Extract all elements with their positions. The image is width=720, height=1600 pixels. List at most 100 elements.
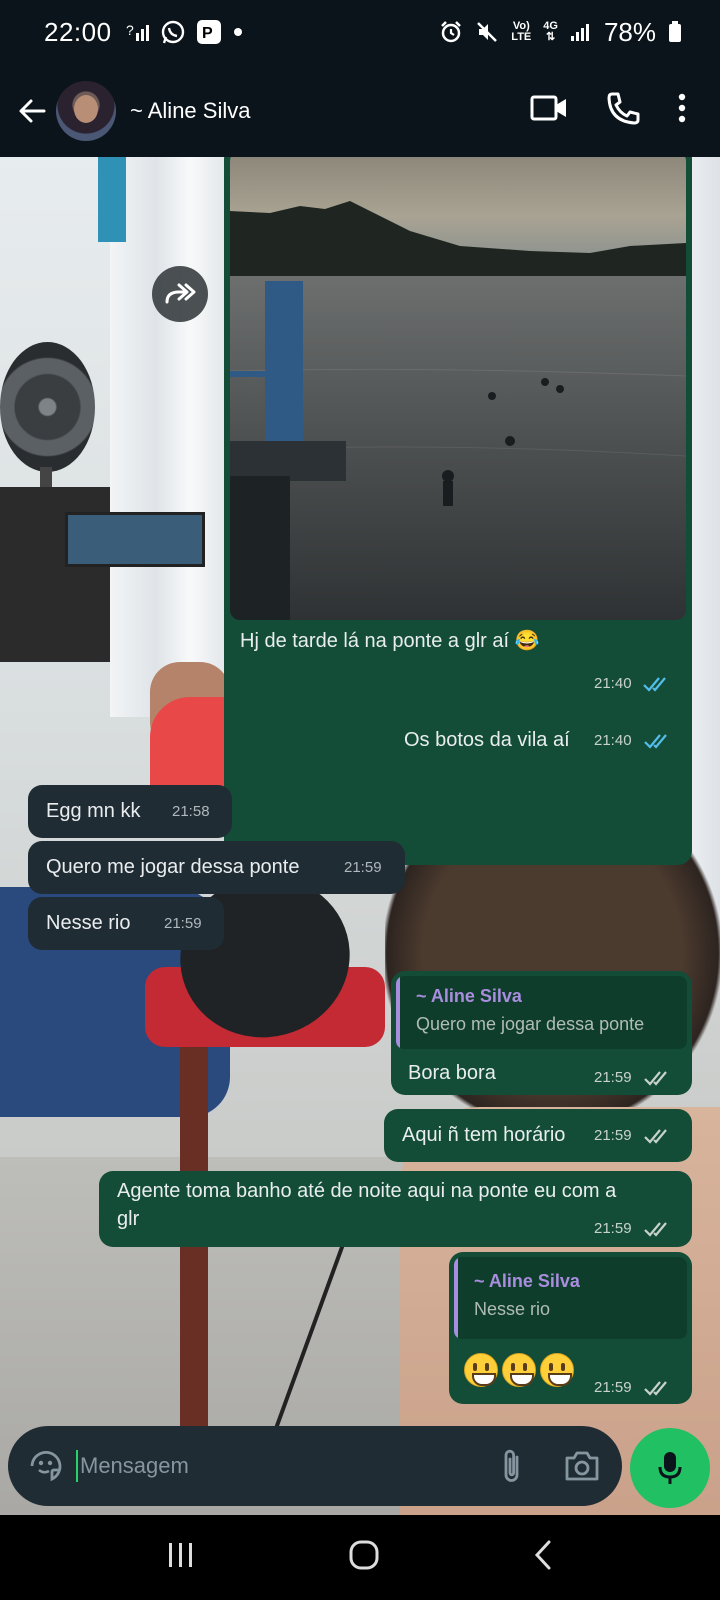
video-call-button[interactable]: [530, 93, 568, 128]
message-bubble-outgoing[interactable]: Aqui ñ tem horário 21:59: [384, 1109, 692, 1162]
phone-icon: [607, 92, 640, 125]
chat-area[interactable]: Hj de tarde lá na ponte a glr aí 😂 21:40…: [0, 157, 720, 1515]
camera-icon: [565, 1451, 599, 1481]
arrow-left-icon: [19, 99, 46, 122]
message-text: Os botos da vila aí: [404, 729, 570, 751]
app-notification-icon: P: [196, 19, 222, 45]
reply-quote[interactable]: ~ Aline Silva Quero me jogar dessa ponte: [396, 976, 687, 1049]
mute-icon: [475, 20, 499, 44]
home-button[interactable]: [348, 1539, 380, 1576]
emoji-row: [464, 1353, 578, 1387]
wallpaper-detail: [98, 157, 126, 242]
grinning-face-icon: [540, 1353, 574, 1387]
message-input-container[interactable]: Mensagem: [8, 1426, 622, 1506]
sticker-icon: [30, 1450, 62, 1482]
message-time: 21:59: [344, 859, 382, 876]
attach-button[interactable]: [500, 1447, 524, 1485]
grinning-face-icon: [464, 1353, 498, 1387]
message-text: Aqui ñ tem horário: [402, 1124, 566, 1146]
message-time: 21:58: [172, 803, 210, 820]
message-time: 21:59: [594, 1127, 632, 1144]
whatsapp-icon: [160, 19, 186, 45]
system-nav-bar: [0, 1515, 720, 1600]
grinning-face-icon: [502, 1353, 536, 1387]
wifi-calling-icon: ?: [126, 21, 150, 43]
camera-button[interactable]: [564, 1450, 600, 1482]
recent-apps-icon: [169, 1543, 192, 1567]
network-gen: 4G: [543, 20, 558, 32]
voice-call-button[interactable]: [606, 91, 640, 130]
signal-icon: [570, 22, 592, 42]
message-bubble-incoming[interactable]: Quero me jogar dessa ponte 21:59: [28, 841, 405, 894]
more-options-button[interactable]: [678, 93, 686, 128]
message-time: 21:59: [594, 1220, 632, 1237]
text-caret: [76, 1450, 78, 1482]
status-bar: 22:00 ? P Vo) LTE 4G ⇅ 78%: [0, 0, 720, 64]
message-input-bar: Mensagem: [0, 1426, 720, 1516]
message-input[interactable]: Mensagem: [80, 1453, 189, 1479]
more-vert-icon: [678, 93, 686, 123]
message-bubble-incoming[interactable]: Nesse rio 21:59: [28, 897, 224, 950]
mic-icon: [658, 1452, 682, 1484]
read-ticks-icon: [644, 734, 667, 749]
message-time: 21:40: [594, 732, 632, 749]
message-text: Quero me jogar dessa ponte: [46, 856, 300, 878]
status-time: 22:00: [44, 16, 112, 47]
wallpaper-curtain: [110, 157, 225, 717]
volte-bottom: LTE: [511, 31, 532, 43]
river-photo: [230, 157, 686, 620]
back-button[interactable]: [4, 83, 60, 139]
message-text: Egg mn kk: [46, 800, 141, 822]
delivered-ticks-icon: [644, 1129, 667, 1144]
header-actions: [530, 91, 686, 130]
battery-icon: [668, 21, 682, 43]
voice-message-button[interactable]: [630, 1428, 710, 1508]
contact-name[interactable]: ~ Aline Silva: [130, 98, 250, 124]
battery-percent: 78%: [603, 16, 656, 47]
dot-icon: [232, 26, 244, 38]
reply-quote[interactable]: ~ Aline Silva Nesse rio: [454, 1257, 687, 1339]
message-time: 21:59: [164, 915, 202, 932]
wallpaper-mixer: [65, 512, 205, 567]
message-bubble-outgoing[interactable]: ~ Aline Silva Nesse rio 21:59: [449, 1252, 692, 1404]
paperclip-icon: [504, 1449, 519, 1482]
status-right: Vo) LTE 4G ⇅ 78%: [439, 17, 682, 48]
delivered-ticks-icon: [644, 1071, 667, 1086]
svg-text:P: P: [202, 25, 213, 42]
wallpaper-fan: [0, 342, 95, 472]
alarm-icon: [439, 20, 463, 44]
message-bubble-incoming[interactable]: Egg mn kk 21:58: [28, 785, 232, 838]
message-time: 21:59: [594, 1069, 632, 1086]
home-icon: [349, 1540, 379, 1570]
read-ticks-icon: [643, 677, 666, 692]
message-time: 21:59: [594, 1379, 632, 1396]
reply-quote-author: ~ Aline Silva: [416, 986, 522, 1006]
contact-avatar[interactable]: [56, 80, 116, 141]
mobile-data-indicator: 4G ⇅: [543, 20, 558, 43]
forward-icon: [165, 283, 196, 304]
volte-indicator: Vo) LTE: [511, 21, 531, 43]
back-nav-icon: [534, 1540, 551, 1570]
delivered-ticks-icon: [644, 1222, 667, 1237]
recent-apps-button[interactable]: [166, 1541, 196, 1574]
message-bubble-outgoing[interactable]: Agente toma banho até de noite aqui na p…: [99, 1171, 692, 1247]
reply-quote-text: Nesse rio: [474, 1299, 551, 1319]
message-time: 21:40: [594, 675, 632, 692]
message-bubble-outgoing[interactable]: ~ Aline Silva Quero me jogar dessa ponte…: [391, 971, 692, 1095]
message-text: Hj de tarde lá na ponte a glr aí 😂: [240, 630, 540, 652]
message-bubble-outgoing[interactable]: Os botos da vila aí 21:40: [387, 714, 692, 767]
delivered-ticks-icon: [644, 1381, 667, 1396]
back-nav-button[interactable]: [532, 1539, 554, 1576]
svg-text:?: ?: [126, 22, 134, 38]
message-text: Agente toma banho até de noite aqui na p…: [117, 1180, 617, 1230]
reply-quote-text: Quero me jogar dessa ponte: [416, 1014, 645, 1034]
video-call-icon: [530, 95, 566, 121]
forward-button[interactable]: [152, 266, 208, 322]
message-text: Nesse rio: [46, 912, 131, 934]
message-photo[interactable]: [230, 157, 686, 620]
reply-quote-author: ~ Aline Silva: [474, 1271, 580, 1291]
sticker-button[interactable]: [28, 1448, 64, 1484]
message-text: Bora bora: [408, 1062, 496, 1084]
chat-header: ~ Aline Silva: [0, 64, 720, 157]
status-notification-icons: ? P: [126, 19, 244, 45]
